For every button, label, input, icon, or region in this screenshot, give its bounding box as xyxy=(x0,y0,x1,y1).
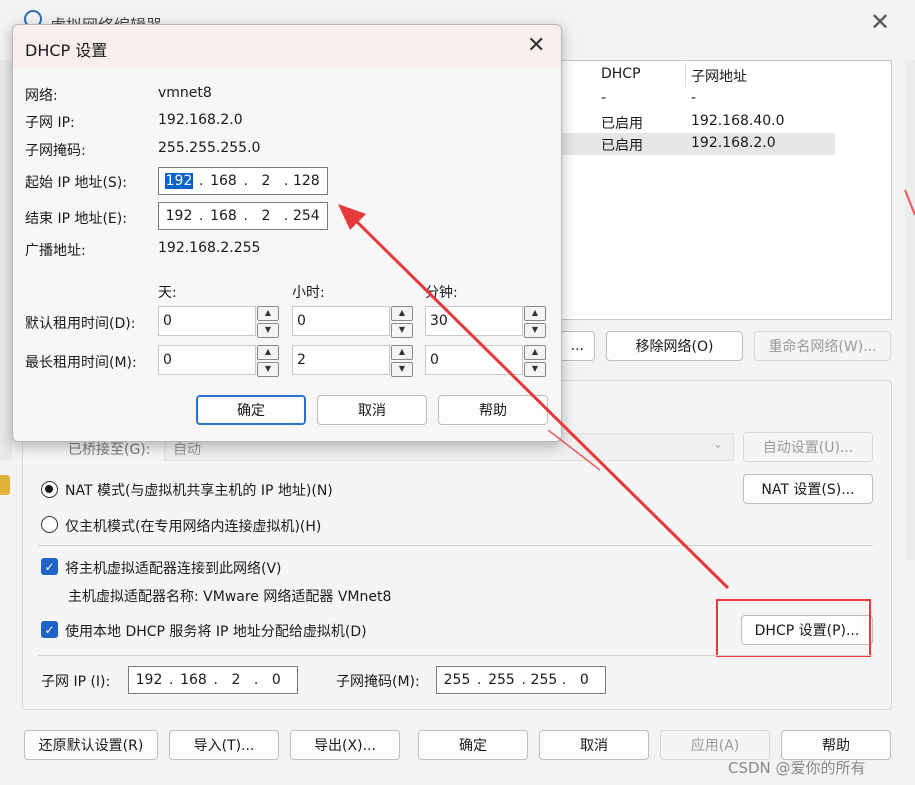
annotation-arrow xyxy=(338,189,915,590)
